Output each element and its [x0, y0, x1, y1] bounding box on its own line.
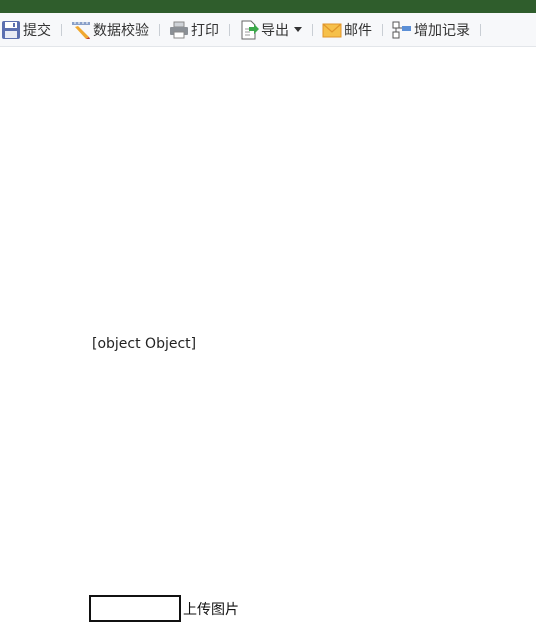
mail-button[interactable]: 邮件: [321, 17, 376, 43]
submit-label: 提交: [23, 22, 51, 39]
add-record-label: 增加记录: [414, 22, 470, 39]
toolbar-divider: [61, 23, 62, 36]
mail-label: 邮件: [344, 22, 372, 39]
toolbar-divider: [480, 23, 481, 36]
object-placeholder-text: [object Object]: [92, 336, 197, 352]
submit-button[interactable]: 提交: [0, 17, 55, 43]
toolbar-divider: [159, 23, 160, 36]
export-icon: [238, 19, 260, 41]
pencil-ruler-icon: [70, 19, 92, 41]
add-record-icon: [391, 19, 413, 41]
export-button[interactable]: 导出: [238, 17, 306, 43]
mail-icon: [321, 19, 343, 41]
app-header-bar: [0, 0, 536, 13]
toolbar-divider: [229, 23, 230, 36]
upload-image-label[interactable]: 上传图片: [183, 599, 239, 619]
printer-icon: [168, 19, 190, 41]
chevron-down-icon[interactable]: [294, 27, 302, 32]
toolbar: 提交 数据校验 打印 导出 邮件 增加记录: [0, 13, 536, 47]
save-icon: [0, 19, 22, 41]
upload-image-field[interactable]: [89, 595, 181, 622]
data-validation-button[interactable]: 数据校验: [70, 17, 153, 43]
toolbar-divider: [312, 23, 313, 36]
data-validation-label: 数据校验: [93, 22, 149, 39]
export-label: 导出: [261, 22, 289, 39]
add-record-button[interactable]: 增加记录: [391, 17, 474, 43]
print-label: 打印: [191, 22, 219, 39]
upload-row: 上传图片: [89, 595, 239, 622]
print-button[interactable]: 打印: [168, 17, 223, 43]
toolbar-divider: [382, 23, 383, 36]
